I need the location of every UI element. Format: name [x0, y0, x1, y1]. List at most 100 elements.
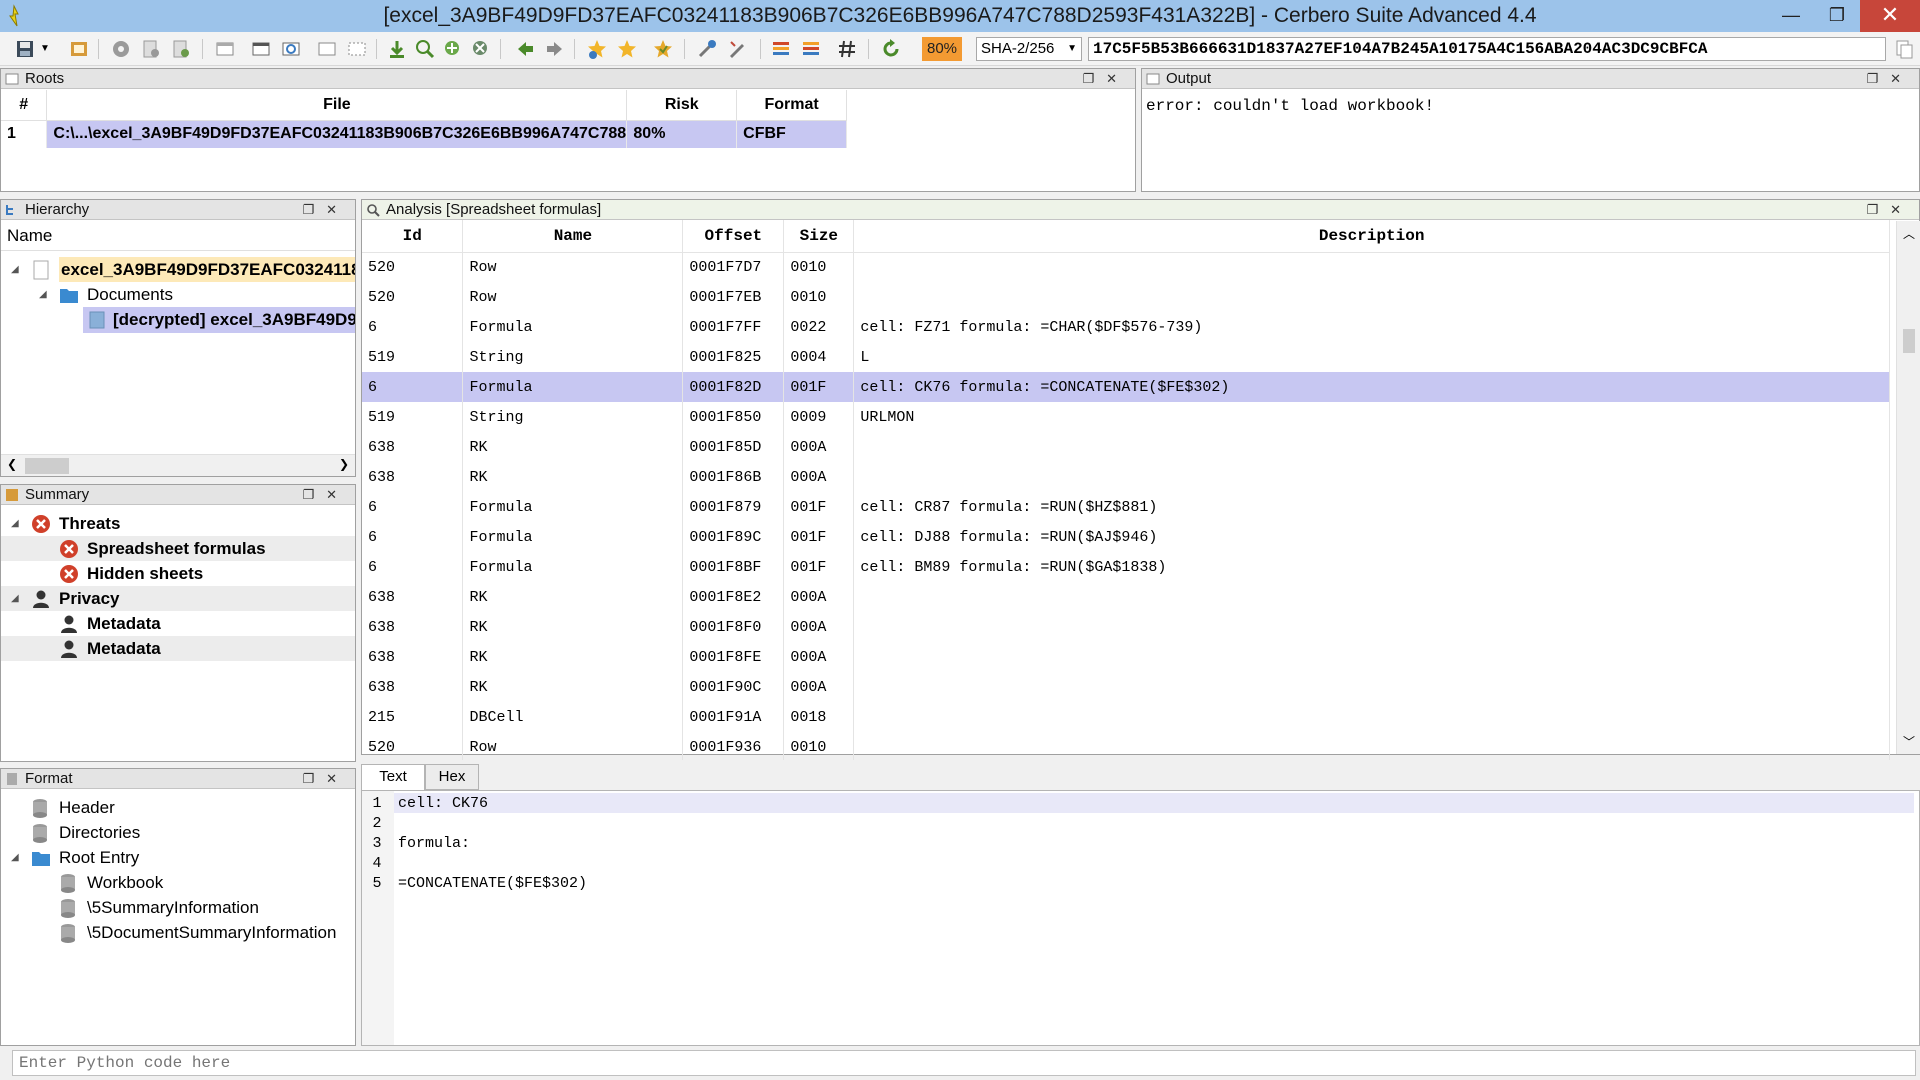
expand-icon[interactable]: ◢	[39, 282, 47, 307]
table-row[interactable]: 638 RK 0001F85D 000A	[362, 432, 1890, 462]
summary-privacy-item[interactable]: Metadata	[1, 636, 355, 661]
column-header[interactable]: Description	[853, 220, 1890, 253]
column-header[interactable]: File	[46, 90, 628, 121]
summary-privacy-item[interactable]: Metadata	[1, 611, 355, 636]
download-icon[interactable]	[386, 38, 408, 60]
window-refresh-icon[interactable]	[280, 38, 302, 60]
table-row[interactable]: 6 Formula 0001F879 001F cell: CR87 formula: …	[362, 492, 1890, 522]
column-header[interactable]: Name	[462, 220, 684, 253]
document-run-icon[interactable]	[170, 38, 192, 60]
arrow-left-icon[interactable]	[514, 38, 536, 60]
tab-text[interactable]: Text	[361, 764, 425, 790]
scrollbar-thumb[interactable]	[1903, 329, 1915, 353]
column-header[interactable]: Id	[362, 220, 464, 253]
format-item-directories[interactable]: Directories	[1, 820, 355, 845]
table-row[interactable]: 638 RK 0001F8FE 000A	[362, 642, 1890, 672]
scroll-down-icon[interactable]: ﹀	[1903, 733, 1915, 750]
tools-icon[interactable]	[696, 38, 718, 60]
column-header[interactable]: Risk	[626, 90, 738, 121]
scroll-left-icon[interactable]: ❮	[7, 457, 17, 471]
star-list-icon[interactable]	[652, 38, 674, 60]
table-row[interactable]: 638 RK 0001F90C 000A	[362, 672, 1890, 702]
scrollbar-thumb[interactable]	[25, 458, 69, 474]
panel-float-close-icons[interactable]: ❐✕	[302, 200, 349, 220]
format-item-root-entry[interactable]: ◢ Root Entry	[1, 845, 355, 870]
panel-float-close-icons[interactable]: ❐✕	[1866, 69, 1913, 89]
table-row[interactable]: 6 Formula 0001F82D 001F cell: CK76 formula: …	[362, 372, 1890, 402]
expand-icon[interactable]: ◢	[11, 257, 19, 282]
panel-float-close-icons[interactable]: ❐✕	[1866, 200, 1913, 220]
star-icon[interactable]	[616, 38, 638, 60]
open-icon[interactable]	[68, 38, 90, 60]
summary-threat-item[interactable]: Spreadsheet formulas	[1, 536, 355, 561]
table-row[interactable]: 520 Row 0001F7D7 0010	[362, 252, 1890, 282]
column-header[interactable]: Offset	[682, 220, 785, 253]
document-gear-icon[interactable]	[140, 38, 162, 60]
format-item-header[interactable]: Header	[1, 795, 355, 820]
window-title: [excel_3A9BF49D9FD37EAFC03241183B906B7C3…	[383, 4, 1537, 27]
horizontal-scrollbar[interactable]: ❮ ❯	[1, 454, 355, 476]
table-row[interactable]: 6 Formula 0001F89C 001F cell: DJ88 formula: …	[362, 522, 1890, 552]
tab-hex[interactable]: Hex	[425, 764, 479, 790]
hash-value-field[interactable]: 17C5F5B53B666631D1837A27EF104A7B245A1017…	[1088, 37, 1886, 61]
remove-icon[interactable]	[470, 38, 492, 60]
table-row[interactable]: 638 RK 0001F86B 000A	[362, 462, 1890, 492]
arrow-right-icon[interactable]	[544, 38, 566, 60]
text-view[interactable]: 1 cell: CK76 2 3 formula: 4 5 =CONCATENA…	[361, 790, 1920, 1046]
zoom-icon[interactable]	[414, 38, 436, 60]
panel-float-close-icons[interactable]: ❐✕	[302, 769, 349, 789]
maximize-button[interactable]: ❐	[1814, 0, 1860, 32]
add-icon[interactable]	[442, 38, 464, 60]
panel-float-close-icons[interactable]: ❐✕	[1082, 69, 1129, 89]
star-add-icon[interactable]	[586, 38, 608, 60]
vertical-scrollbar[interactable]: ︿ ﹀	[1896, 221, 1920, 754]
chevron-down-icon[interactable]: ▼	[40, 38, 52, 60]
table-row[interactable]: 6 Formula 0001F8BF 001F cell: BM89 formula: …	[362, 552, 1890, 582]
format-item-summary-info[interactable]: \5SummaryInformation	[1, 895, 355, 920]
tree-item-decrypted[interactable]: [decrypted] excel_3A9BF49D9FD37EAFC03241…	[83, 307, 355, 333]
report-alt-icon[interactable]	[800, 38, 822, 60]
expand-icon[interactable]: ◢	[11, 845, 19, 870]
format-item-document-summary-info[interactable]: \5DocumentSummaryInformation	[1, 920, 355, 945]
table-row[interactable]: 6 Formula 0001F7FF 0022 cell: FZ71 formula: …	[362, 312, 1890, 342]
summary-threat-item[interactable]: Hidden sheets	[1, 561, 355, 586]
window-split-icon[interactable]	[250, 38, 272, 60]
gear-icon[interactable]	[110, 38, 132, 60]
column-header[interactable]: Size	[783, 220, 855, 253]
column-header[interactable]: #	[1, 90, 48, 121]
save-icon[interactable]	[14, 38, 36, 60]
tree-item-root-file[interactable]: ◢ excel_3A9BF49D9FD37EAFC03241183B906B7C…	[1, 257, 355, 282]
edit-icon[interactable]	[726, 38, 748, 60]
format-item-workbook[interactable]: Workbook	[1, 870, 355, 895]
expand-icon[interactable]: ◢	[11, 511, 19, 536]
minimize-button[interactable]: —	[1768, 0, 1814, 32]
refresh-icon[interactable]	[880, 38, 902, 60]
summary-privacy[interactable]: ◢ Privacy	[1, 586, 355, 611]
summary-threats[interactable]: ◢ Threats	[1, 511, 355, 536]
expand-icon[interactable]: ◢	[11, 586, 19, 611]
hash-icon[interactable]	[836, 38, 858, 60]
close-button[interactable]: ✕	[1860, 0, 1920, 32]
window-icon[interactable]	[214, 38, 236, 60]
table-row[interactable]: 638 RK 0001F8F0 000A	[362, 612, 1890, 642]
table-row[interactable]: 520 Row 0001F936 0010	[362, 732, 1890, 762]
frame-dashed-icon[interactable]	[346, 38, 368, 60]
panel-float-close-icons[interactable]: ❐✕	[302, 485, 349, 505]
tree-item-documents[interactable]: ◢ Documents	[1, 282, 355, 307]
roots-row[interactable]: 1 C:\...\excel_3A9BF49D9FD37EAFC03241183…	[1, 120, 847, 148]
report-icon[interactable]	[770, 38, 792, 60]
table-row[interactable]: 215 DBCell 0001F91A 0018	[362, 702, 1890, 732]
scroll-up-icon[interactable]: ︿	[1903, 225, 1915, 242]
table-row[interactable]: 519 String 0001F850 0009 URLMON	[362, 402, 1890, 432]
hierarchy-column-header[interactable]: Name	[1, 221, 355, 251]
column-header[interactable]: Format	[736, 90, 847, 121]
row-name: DBCell	[462, 702, 684, 732]
scroll-right-icon[interactable]: ❯	[339, 457, 349, 471]
python-input[interactable]	[12, 1050, 1916, 1076]
table-row[interactable]: 519 String 0001F825 0004 L	[362, 342, 1890, 372]
hash-algorithm-select[interactable]: SHA-2/256 ▼	[976, 37, 1082, 61]
frame-icon[interactable]	[316, 38, 338, 60]
table-row[interactable]: 638 RK 0001F8E2 000A	[362, 582, 1890, 612]
copy-icon[interactable]	[1893, 38, 1915, 60]
table-row[interactable]: 520 Row 0001F7EB 0010	[362, 282, 1890, 312]
